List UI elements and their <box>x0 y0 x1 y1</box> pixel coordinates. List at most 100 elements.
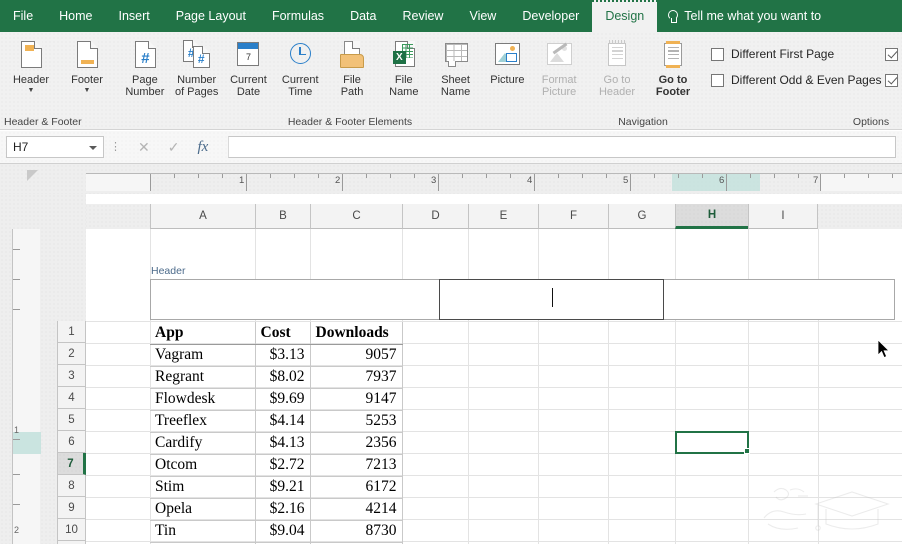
tab-data[interactable]: Data <box>337 0 389 32</box>
number-of-pages-button[interactable]: # # Number of Pages <box>171 36 223 98</box>
row-header-9[interactable]: 9 <box>57 497 86 519</box>
name-box-dropdown-icon[interactable] <box>89 146 97 150</box>
vertical-ruler[interactable]: 1 2 <box>12 229 41 544</box>
footer-dropdown-caret-icon[interactable]: ▼ <box>84 87 91 95</box>
column-header-H[interactable]: H <box>675 204 748 229</box>
right-header-section[interactable] <box>663 279 895 320</box>
row-header-1[interactable]: 1 <box>57 321 86 343</box>
checkbox-scale-with-document[interactable]: Scale with Document <box>885 47 902 61</box>
checkbox-different-first-page[interactable]: Different First Page <box>711 47 879 61</box>
center-header-section[interactable] <box>439 279 664 320</box>
selected-cell-H7[interactable] <box>675 431 749 454</box>
close-icon[interactable]: ✕ <box>138 139 150 156</box>
page-number-button[interactable]: # Page Number <box>119 36 171 98</box>
cell-cost: $2.72 <box>255 454 311 477</box>
table-row[interactable]: Opela $2.16 4214 <box>150 498 403 521</box>
checkbox-different-odd-even-pages-box[interactable] <box>711 73 724 87</box>
table-row[interactable]: Otcom $2.72 7213 <box>150 454 403 477</box>
row-header-2[interactable]: 2 <box>57 343 86 365</box>
checkbox-scale-with-document-box[interactable] <box>885 47 898 61</box>
cell-downloads: 7213 <box>310 454 403 477</box>
tab-developer[interactable]: Developer <box>509 0 592 32</box>
row-header-5[interactable]: 5 <box>57 409 86 431</box>
worksheet-page[interactable]: Header App Cost Downloads Vagram $3.13 905… <box>86 229 902 544</box>
row-header-7[interactable]: 7 <box>57 453 86 475</box>
go-to-footer-button[interactable]: Go to Footer <box>645 36 701 98</box>
picture-button[interactable]: Picture <box>481 36 533 86</box>
checkbox-different-odd-even-pages-label: Different Odd & Even Pages <box>731 73 882 87</box>
ribbon-tab-bar: File Home Insert Page Layout Formulas Da… <box>0 0 902 32</box>
sheet-grid-icon <box>440 39 472 71</box>
row-header-8[interactable]: 8 <box>57 475 86 497</box>
sheet-name-button[interactable]: Sheet Name <box>430 36 482 98</box>
column-header-B[interactable]: B <box>255 204 310 229</box>
table-row[interactable]: Vagram $3.13 9057 <box>150 344 403 367</box>
footer-button[interactable]: Footer ▼ <box>59 36 115 95</box>
footer-page-icon <box>71 39 103 71</box>
table-row[interactable]: Stim $9.21 6172 <box>150 476 403 499</box>
tab-home[interactable]: Home <box>46 0 105 32</box>
table-row[interactable]: Treeflex $4.14 5253 <box>150 410 403 433</box>
row-header-6-label: 6 <box>68 435 75 448</box>
left-header-section[interactable] <box>150 279 440 320</box>
table-row[interactable]: Tin $9.04 8730 <box>150 520 403 543</box>
cell-app: Cardify <box>150 432 256 455</box>
column-header-E[interactable]: E <box>468 204 538 229</box>
checkbox-different-first-page-box[interactable] <box>711 47 724 61</box>
file-path-button[interactable]: File Path <box>326 36 378 98</box>
checkbox-align-with-page-margins[interactable]: Align with Page Margins <box>885 73 902 87</box>
table-row[interactable]: Cardify $4.13 2356 <box>150 432 403 455</box>
header-dropdown-caret-icon[interactable]: ▼ <box>28 87 35 95</box>
number-of-pages-label-line2: of Pages <box>174 86 219 98</box>
go-to-header-button[interactable]: Go to Header <box>589 36 645 98</box>
ribbon: Header ▼ Footer ▼ Header & Footer # Page… <box>0 32 902 130</box>
tab-view[interactable]: View <box>456 0 509 32</box>
tell-me-box[interactable]: Tell me what you want to <box>657 0 831 32</box>
cell-cost: $3.13 <box>255 344 311 367</box>
ruler-margin-right <box>820 174 902 191</box>
row-header-6[interactable]: 6 <box>57 431 86 453</box>
row-header-10[interactable]: 10 <box>57 519 86 541</box>
column-header-G[interactable]: G <box>608 204 675 229</box>
column-header-F[interactable]: F <box>538 204 608 229</box>
header-button[interactable]: Header ▼ <box>3 36 59 95</box>
go-to-footer-label-line1: Go to <box>658 74 688 86</box>
file-path-label-line1: File <box>343 74 361 86</box>
row-header-3[interactable]: 3 <box>57 365 86 387</box>
tab-design[interactable]: Design <box>592 0 658 32</box>
column-header-A[interactable]: A <box>150 204 255 229</box>
current-time-button[interactable]: Current Time <box>274 36 326 98</box>
column-header-I[interactable]: I <box>748 204 818 229</box>
excel-file-icon: X <box>388 39 420 71</box>
tab-page-layout[interactable]: Page Layout <box>163 0 259 32</box>
table-header-app: App <box>150 322 256 345</box>
column-header-C[interactable]: C <box>310 204 402 229</box>
column-header-D[interactable]: D <box>402 204 468 229</box>
row-header-4[interactable]: 4 <box>57 387 86 409</box>
tab-file[interactable]: File <box>0 0 46 32</box>
cell-cost: $8.02 <box>255 366 311 389</box>
ruler-mark-7: 7 <box>813 175 819 186</box>
fill-handle[interactable] <box>744 448 750 454</box>
tab-formulas[interactable]: Formulas <box>259 0 337 32</box>
table-row[interactable]: Regrant $8.02 7937 <box>150 366 403 389</box>
ruler-track[interactable]: 1 2 3 4 5 6 7 <box>86 173 902 191</box>
header-page-icon <box>15 39 47 71</box>
format-picture-button[interactable]: Format Picture <box>533 36 585 98</box>
tab-insert[interactable]: Insert <box>106 0 163 32</box>
name-box[interactable]: H7 <box>6 136 104 158</box>
current-date-button[interactable]: 7 Current Date <box>223 36 275 98</box>
file-name-button[interactable]: X File Name <box>378 36 430 98</box>
checkbox-different-odd-even-pages[interactable]: Different Odd & Even Pages <box>711 73 882 87</box>
checkbox-align-with-page-margins-box[interactable] <box>885 73 898 87</box>
check-icon[interactable]: ✓ <box>168 139 180 156</box>
table-header-cost: Cost <box>255 322 311 345</box>
formula-bar-grip[interactable]: ⋮ <box>110 142 121 153</box>
cell-app: Flowdesk <box>150 388 256 411</box>
column-header-E-label: E <box>499 210 508 222</box>
table-row[interactable]: Flowdesk $9.69 9147 <box>150 388 403 411</box>
tab-review[interactable]: Review <box>389 0 456 32</box>
cell-app: Treeflex <box>150 410 256 433</box>
formula-input[interactable] <box>228 136 896 158</box>
fx-icon[interactable]: fx <box>197 139 208 156</box>
